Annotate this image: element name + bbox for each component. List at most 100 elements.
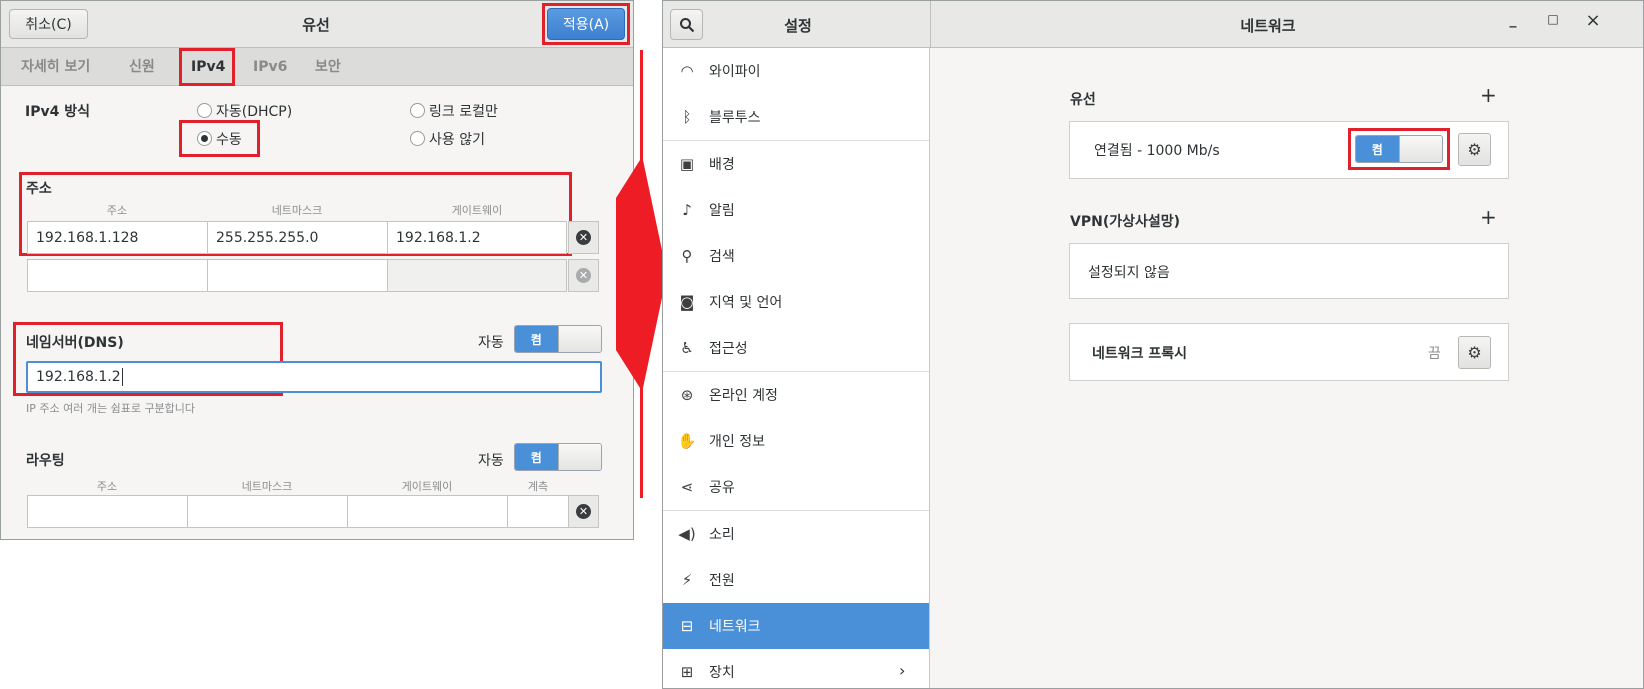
routing-auto-switch[interactable]: 켬 bbox=[514, 443, 602, 471]
maximize-button[interactable]: □ bbox=[1543, 12, 1563, 34]
sidebar-item-label: 검색 bbox=[709, 249, 735, 265]
gateway-field-empty[interactable] bbox=[387, 259, 567, 292]
manual-label: 수동 bbox=[216, 132, 242, 148]
auto-dhcp-label: 자동(DHCP) bbox=[216, 104, 293, 120]
close-button[interactable]: × bbox=[1583, 10, 1603, 32]
route-netmask-field[interactable] bbox=[187, 495, 348, 528]
address-header: 주소 bbox=[106, 204, 128, 217]
text-cursor bbox=[121, 368, 123, 386]
routing-auto-label: 자동 bbox=[478, 453, 504, 469]
route-metric-field[interactable] bbox=[507, 495, 569, 528]
netmask-field[interactable]: 255.255.255.0 bbox=[207, 221, 388, 254]
wired-connection-dialog: 취소(C) 유선 적용(A) 자세히 보기 신원 IPv4 IPv6 보안 IP… bbox=[0, 0, 634, 540]
search-icon bbox=[679, 17, 694, 32]
proxy-settings-button[interactable]: ⚙ bbox=[1458, 336, 1491, 369]
proxy-label: 네트워크 프록시 bbox=[1092, 346, 1188, 362]
address-field-empty[interactable] bbox=[27, 259, 208, 292]
share-icon: ⋖ bbox=[680, 478, 694, 496]
dialog-tabs: 자세히 보기 신원 IPv4 IPv6 보안 bbox=[1, 48, 633, 86]
sidebar-item-notifications[interactable]: ♪ 알림 bbox=[663, 187, 929, 233]
radio-manual[interactable] bbox=[197, 131, 212, 146]
remove-address-button-empty[interactable]: ✕ bbox=[568, 259, 599, 292]
netmask-field-empty[interactable] bbox=[207, 259, 388, 292]
sidebar-item-label: 알림 bbox=[709, 203, 735, 219]
sidebar-item-online-accounts[interactable]: ⊛ 온라인 계정 bbox=[663, 372, 929, 418]
clear-icon: ✕ bbox=[576, 268, 591, 283]
sidebar-item-privacy[interactable]: ✋ 개인 정보 bbox=[663, 418, 929, 464]
apply-button[interactable]: 적용(A) bbox=[547, 8, 625, 40]
power-icon: ⚡ bbox=[681, 571, 693, 589]
wifi-icon: ◠ bbox=[680, 62, 694, 80]
wired-panel: 연결됨 - 1000 Mb/s 켬 ⚙ bbox=[1069, 121, 1509, 179]
region-icon: ◙ bbox=[679, 293, 695, 311]
sidebar-item-label: 전원 bbox=[709, 573, 735, 589]
sidebar-item-accessibility[interactable]: ♿ 접근성 bbox=[663, 325, 929, 371]
sidebar-item-network[interactable]: ⊟ 네트워크 bbox=[663, 603, 929, 649]
sidebar-item-devices[interactable]: ⊞ 장치 › bbox=[663, 649, 929, 688]
tab-security[interactable]: 보안 bbox=[315, 48, 341, 86]
dialog-title: 유선 bbox=[302, 16, 330, 34]
proxy-status: 끔 bbox=[1428, 346, 1441, 362]
route-gateway-field[interactable] bbox=[347, 495, 508, 528]
bluetooth-icon: ᛒ bbox=[682, 108, 692, 126]
bell-icon: ♪ bbox=[682, 201, 692, 219]
sidebar-item-sharing[interactable]: ⋖ 공유 bbox=[663, 464, 929, 510]
sidebar-item-wifi[interactable]: ◠ 와이파이 bbox=[663, 48, 929, 94]
chevron-right-icon: › bbox=[899, 661, 906, 680]
netmask-header: 네트마스크 bbox=[271, 204, 323, 217]
wired-switch[interactable]: 켬 bbox=[1355, 135, 1443, 163]
wired-heading: 유선 bbox=[1070, 92, 1096, 108]
sidebar-item-search[interactable]: ⚲ 검색 bbox=[663, 233, 929, 279]
switch-knob bbox=[1398, 136, 1442, 162]
sidebar-item-power[interactable]: ⚡ 전원 bbox=[663, 557, 929, 603]
remove-address-button[interactable]: ✕ bbox=[568, 221, 599, 254]
route-address-field[interactable] bbox=[27, 495, 188, 528]
wired-switch-on-label: 켬 bbox=[1356, 136, 1399, 162]
clear-icon: ✕ bbox=[576, 230, 591, 245]
sidebar-item-label: 공유 bbox=[709, 480, 735, 496]
sidebar-item-label: 블루투스 bbox=[709, 110, 761, 126]
accessibility-icon: ♿ bbox=[680, 339, 694, 357]
add-wired-button[interactable]: + bbox=[1480, 83, 1497, 107]
dns-hint: IP 주소 여러 개는 쉼표로 구분합니다 bbox=[26, 402, 196, 415]
search-icon: ⚲ bbox=[681, 247, 693, 265]
dns-auto-switch[interactable]: 켬 bbox=[514, 325, 602, 353]
tab-details[interactable]: 자세히 보기 bbox=[21, 48, 90, 86]
wired-settings-button[interactable]: ⚙ bbox=[1458, 133, 1491, 166]
sidebar-item-label: 개인 정보 bbox=[709, 434, 765, 450]
tab-ipv4-highlight bbox=[179, 48, 235, 86]
cancel-button[interactable]: 취소(C) bbox=[9, 9, 88, 39]
sidebar-item-background[interactable]: ▣ 배경 bbox=[663, 141, 929, 187]
sidebar-item-bluetooth[interactable]: ᛒ 블루투스 bbox=[663, 94, 929, 140]
sidebar-item-sound[interactable]: ◀) 소리 bbox=[663, 511, 929, 557]
link-local-label: 링크 로컬만 bbox=[429, 104, 498, 120]
dialog-header: 취소(C) 유선 적용(A) bbox=[1, 1, 633, 48]
address-field[interactable]: 192.168.1.128 bbox=[27, 221, 208, 254]
proxy-panel[interactable]: 네트워크 프록시 끔 ⚙ bbox=[1069, 323, 1509, 381]
sidebar-item-label: 접근성 bbox=[709, 341, 748, 357]
header-divider bbox=[930, 1, 931, 48]
sidebar-item-label: 지역 및 언어 bbox=[709, 295, 783, 311]
sidebar-item-region[interactable]: ◙ 지역 및 언어 bbox=[663, 279, 929, 325]
sidebar-title: 설정 bbox=[784, 17, 812, 35]
tab-identity[interactable]: 신원 bbox=[129, 48, 155, 86]
dns-switch-on-label: 켬 bbox=[515, 326, 558, 352]
switch-knob bbox=[557, 444, 601, 470]
radio-disabled[interactable] bbox=[410, 131, 425, 146]
gateway-header: 게이트웨이 bbox=[451, 204, 503, 217]
minimize-button[interactable]: _ bbox=[1503, 12, 1523, 34]
remove-route-button[interactable]: ✕ bbox=[568, 495, 599, 528]
radio-link-local[interactable] bbox=[410, 103, 425, 118]
gear-icon: ⚙ bbox=[1467, 140, 1482, 159]
sidebar-item-label: 네트워크 bbox=[709, 619, 761, 635]
dns-field[interactable]: 192.168.1.2 bbox=[26, 361, 602, 393]
hand-icon: ✋ bbox=[677, 432, 697, 450]
search-button[interactable] bbox=[670, 9, 703, 40]
radio-auto-dhcp[interactable] bbox=[197, 103, 212, 118]
tab-ipv6[interactable]: IPv6 bbox=[253, 48, 287, 86]
sidebar-item-label: 소리 bbox=[709, 527, 735, 543]
gear-icon: ⚙ bbox=[1467, 343, 1482, 362]
add-vpn-button[interactable]: + bbox=[1480, 205, 1497, 229]
gateway-field[interactable]: 192.168.1.2 bbox=[387, 221, 567, 254]
routing-switch-on-label: 켬 bbox=[515, 444, 558, 470]
